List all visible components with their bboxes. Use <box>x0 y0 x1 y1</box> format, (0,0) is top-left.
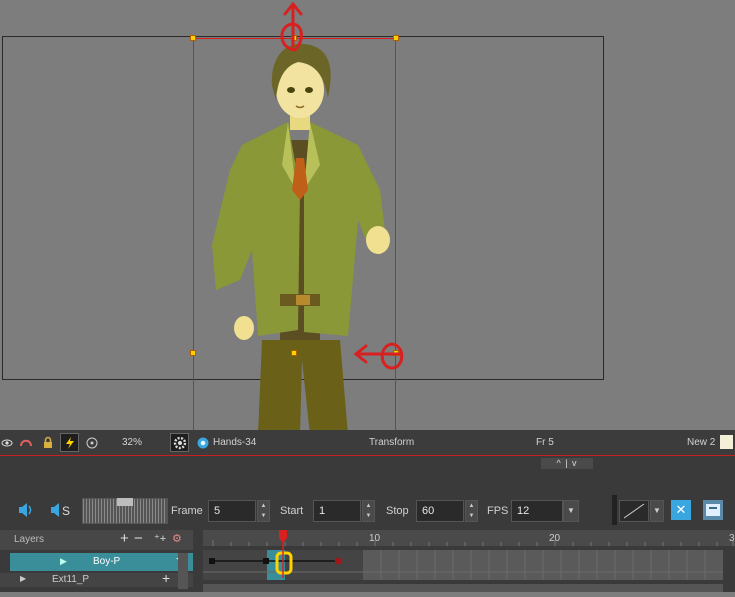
layer-row-boy[interactable]: ▶ Boy-P + <box>10 551 193 571</box>
color-swatch[interactable] <box>720 435 733 449</box>
lock-icon[interactable] <box>38 433 57 452</box>
mode-label: Transform <box>369 437 415 448</box>
speaker-icon[interactable] <box>18 503 34 520</box>
frame-label: Frame <box>171 505 203 517</box>
stop-stepper[interactable]: ▲ ▼ <box>465 500 478 522</box>
onion-skin-icon[interactable] <box>16 433 35 452</box>
toolbar-separator <box>612 495 617 525</box>
timeline-grid[interactable]: 10 20 3 <box>203 530 735 592</box>
timeline-xsheet[interactable]: 10 20 3 <box>203 530 735 592</box>
interpolation-dropdown-icon[interactable]: ▼ <box>650 500 664 522</box>
sound-scrub-label: S <box>62 504 71 518</box>
layers-scrollbar[interactable] <box>178 553 188 589</box>
layers-label: Layers <box>14 534 45 545</box>
rotate-annotation-top-icon <box>280 1 303 52</box>
layer-name: Boy-P <box>93 556 121 567</box>
keyframe-settings-icon[interactable] <box>703 500 723 520</box>
layers-header: Layers + − ⁺+ ⚙ <box>0 530 193 550</box>
playback-toolbar: S Frame 5 ▲ ▼ Start 1 ▲ ▼ Stop 60 ▲ ▼ FPS 1… <box>0 485 735 527</box>
start-field[interactable]: 1 <box>313 500 361 522</box>
frame-field[interactable]: 5 <box>208 500 256 522</box>
collapse-toggle-icon[interactable]: ^ | v <box>541 458 593 469</box>
stop-label: Stop <box>386 505 409 517</box>
layer-add-icon[interactable]: + <box>162 570 170 586</box>
keyframe-start[interactable] <box>209 558 215 564</box>
layer-name: Ext11_P <box>52 574 90 585</box>
add-peg-icon[interactable]: ⁺+ <box>154 532 166 545</box>
annotation-overlay <box>280 1 404 370</box>
timeline-panel: Layers + − ⁺+ ⚙ ▶ Boy-P + ▶ Ext11_P + 10… <box>0 527 735 592</box>
rotate-view-icon[interactable] <box>82 433 101 452</box>
sound-scrub-icon[interactable] <box>50 503 60 520</box>
stop-field[interactable]: 60 <box>416 500 464 522</box>
keyframe-end[interactable] <box>335 558 341 564</box>
lightning-icon[interactable] <box>60 433 79 452</box>
start-stepper[interactable]: ▲ ▼ <box>362 500 375 522</box>
layer-row-ext[interactable]: ▶ Ext11_P + <box>0 570 193 587</box>
panel-divider: ^ | v <box>0 455 735 485</box>
fps-field[interactable]: 12 <box>511 500 563 522</box>
frame-readout: Fr 5 <box>536 437 554 448</box>
expand-arrow-icon[interactable]: ▶ <box>20 574 26 583</box>
fps-label: FPS <box>487 505 509 517</box>
ruler-label: 10 <box>369 533 381 544</box>
interpolation-style-icon[interactable] <box>619 500 649 522</box>
rotate-annotation-right-icon <box>353 342 404 370</box>
eye-icon[interactable] <box>0 433 14 452</box>
add-icon[interactable]: + <box>120 530 129 547</box>
gear-icon[interactable] <box>170 433 189 452</box>
delete-keyframe-icon[interactable]: ✕ <box>671 500 691 520</box>
viewport-status-bar: 32% Hands-34 Transform Fr 5 New 2 <box>0 430 735 455</box>
start-label: Start <box>280 505 304 517</box>
frame-stepper[interactable]: ▲ ▼ <box>257 500 270 522</box>
zoom-level[interactable]: 32% <box>122 437 142 448</box>
volume-slider-thumb[interactable] <box>117 498 133 506</box>
camera-viewport[interactable] <box>0 0 735 430</box>
flower-icon[interactable] <box>193 433 212 452</box>
volume-slider[interactable] <box>82 498 168 524</box>
new-label: New 2 <box>687 437 716 448</box>
timeline-scrollbar[interactable] <box>203 584 723 592</box>
drawing-name: Hands-34 <box>213 437 257 448</box>
expand-arrow-icon[interactable]: ▶ <box>60 556 67 567</box>
keyframe[interactable] <box>263 558 269 564</box>
layer-options-icon[interactable]: ⚙ <box>172 532 182 545</box>
remove-icon[interactable]: − <box>134 530 143 547</box>
ruler-label: 3 <box>729 533 735 544</box>
fps-dropdown-icon[interactable]: ▼ <box>563 500 579 522</box>
ruler-label: 20 <box>549 533 561 544</box>
